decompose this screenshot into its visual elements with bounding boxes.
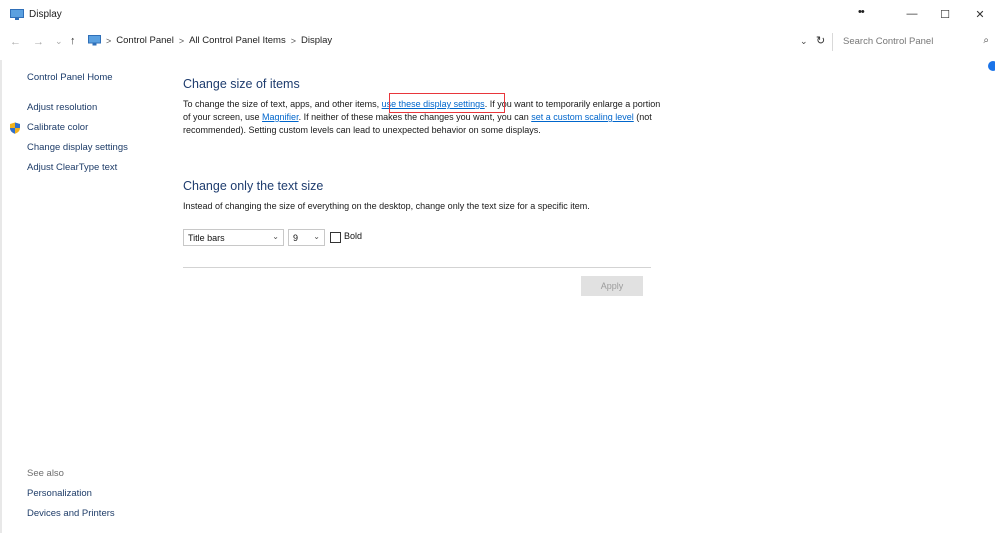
maximize-button[interactable]: ☐: [925, 0, 965, 28]
adjust-cleartype-link[interactable]: Adjust ClearType text: [27, 162, 117, 173]
item-select[interactable]: Title bars ⌄: [183, 229, 284, 246]
description-text: To change the size of text, apps, and ot…: [183, 99, 382, 109]
magnifier-link[interactable]: Magnifier: [262, 112, 299, 122]
window-edge: [0, 60, 2, 533]
divider: [183, 267, 651, 268]
close-button[interactable]: ✕: [960, 0, 995, 28]
chevron-down-icon: ⌄: [272, 232, 279, 241]
control-panel-icon: [88, 35, 101, 46]
highlight-annotation: [389, 93, 505, 113]
see-also-heading: See also: [27, 468, 64, 479]
personalization-link[interactable]: Personalization: [27, 488, 92, 499]
adjust-resolution-link[interactable]: Adjust resolution: [27, 102, 97, 113]
change-display-settings-link[interactable]: Change display settings: [27, 142, 128, 153]
refresh-icon[interactable]: ↻: [816, 34, 825, 47]
change-text-size-heading: Change only the text size: [183, 179, 324, 193]
notification-dot: [988, 61, 995, 71]
breadcrumb-separator[interactable]: >: [179, 36, 184, 46]
title-bar: Display •• — ☐ ✕: [0, 0, 995, 28]
change-text-size-description: Instead of changing the size of everythi…: [183, 201, 590, 211]
breadcrumb-separator[interactable]: >: [106, 36, 111, 46]
font-size-value: 9: [293, 233, 299, 243]
window-title: Display: [29, 9, 62, 20]
back-button[interactable]: ←: [10, 36, 21, 48]
search-icon[interactable]: ⌕: [983, 35, 989, 46]
change-size-heading: Change size of items: [183, 77, 300, 91]
breadcrumb: > Control Panel > All Control Panel Item…: [88, 35, 332, 46]
more-options-icon[interactable]: ••: [858, 6, 865, 18]
custom-scaling-link[interactable]: set a custom scaling level: [531, 112, 634, 122]
chevron-down-icon: ⌄: [313, 232, 320, 241]
search-placeholder: Search Control Panel: [843, 36, 934, 47]
font-size-select[interactable]: 9 ⌄: [288, 229, 325, 246]
recent-locations-chevron-icon[interactable]: ⌄: [55, 36, 63, 47]
calibrate-color-link[interactable]: Calibrate color: [27, 122, 88, 133]
breadcrumb-all-items[interactable]: All Control Panel Items: [189, 35, 286, 46]
display-icon: [10, 9, 24, 20]
apply-button[interactable]: Apply: [581, 276, 643, 296]
item-select-value: Title bars: [188, 233, 225, 243]
control-panel-home-link[interactable]: Control Panel Home: [27, 72, 113, 83]
breadcrumb-separator[interactable]: >: [291, 36, 296, 46]
shield-icon: [10, 122, 20, 134]
address-bar: ← → ⌄ ↑ > Control Panel > All Control Pa…: [0, 33, 995, 53]
bold-checkbox[interactable]: [330, 232, 341, 243]
bold-label[interactable]: Bold: [344, 231, 362, 241]
breadcrumb-display[interactable]: Display: [301, 35, 332, 46]
search-input[interactable]: Search Control Panel ⌕: [833, 33, 995, 51]
forward-button[interactable]: →: [33, 36, 44, 48]
description-text: . If neither of these makes the changes …: [298, 112, 532, 122]
up-button[interactable]: ↑: [70, 35, 76, 47]
breadcrumb-control-panel[interactable]: Control Panel: [116, 35, 174, 46]
devices-and-printers-link[interactable]: Devices and Printers: [27, 508, 115, 519]
address-dropdown-icon[interactable]: ⌄: [800, 36, 808, 47]
